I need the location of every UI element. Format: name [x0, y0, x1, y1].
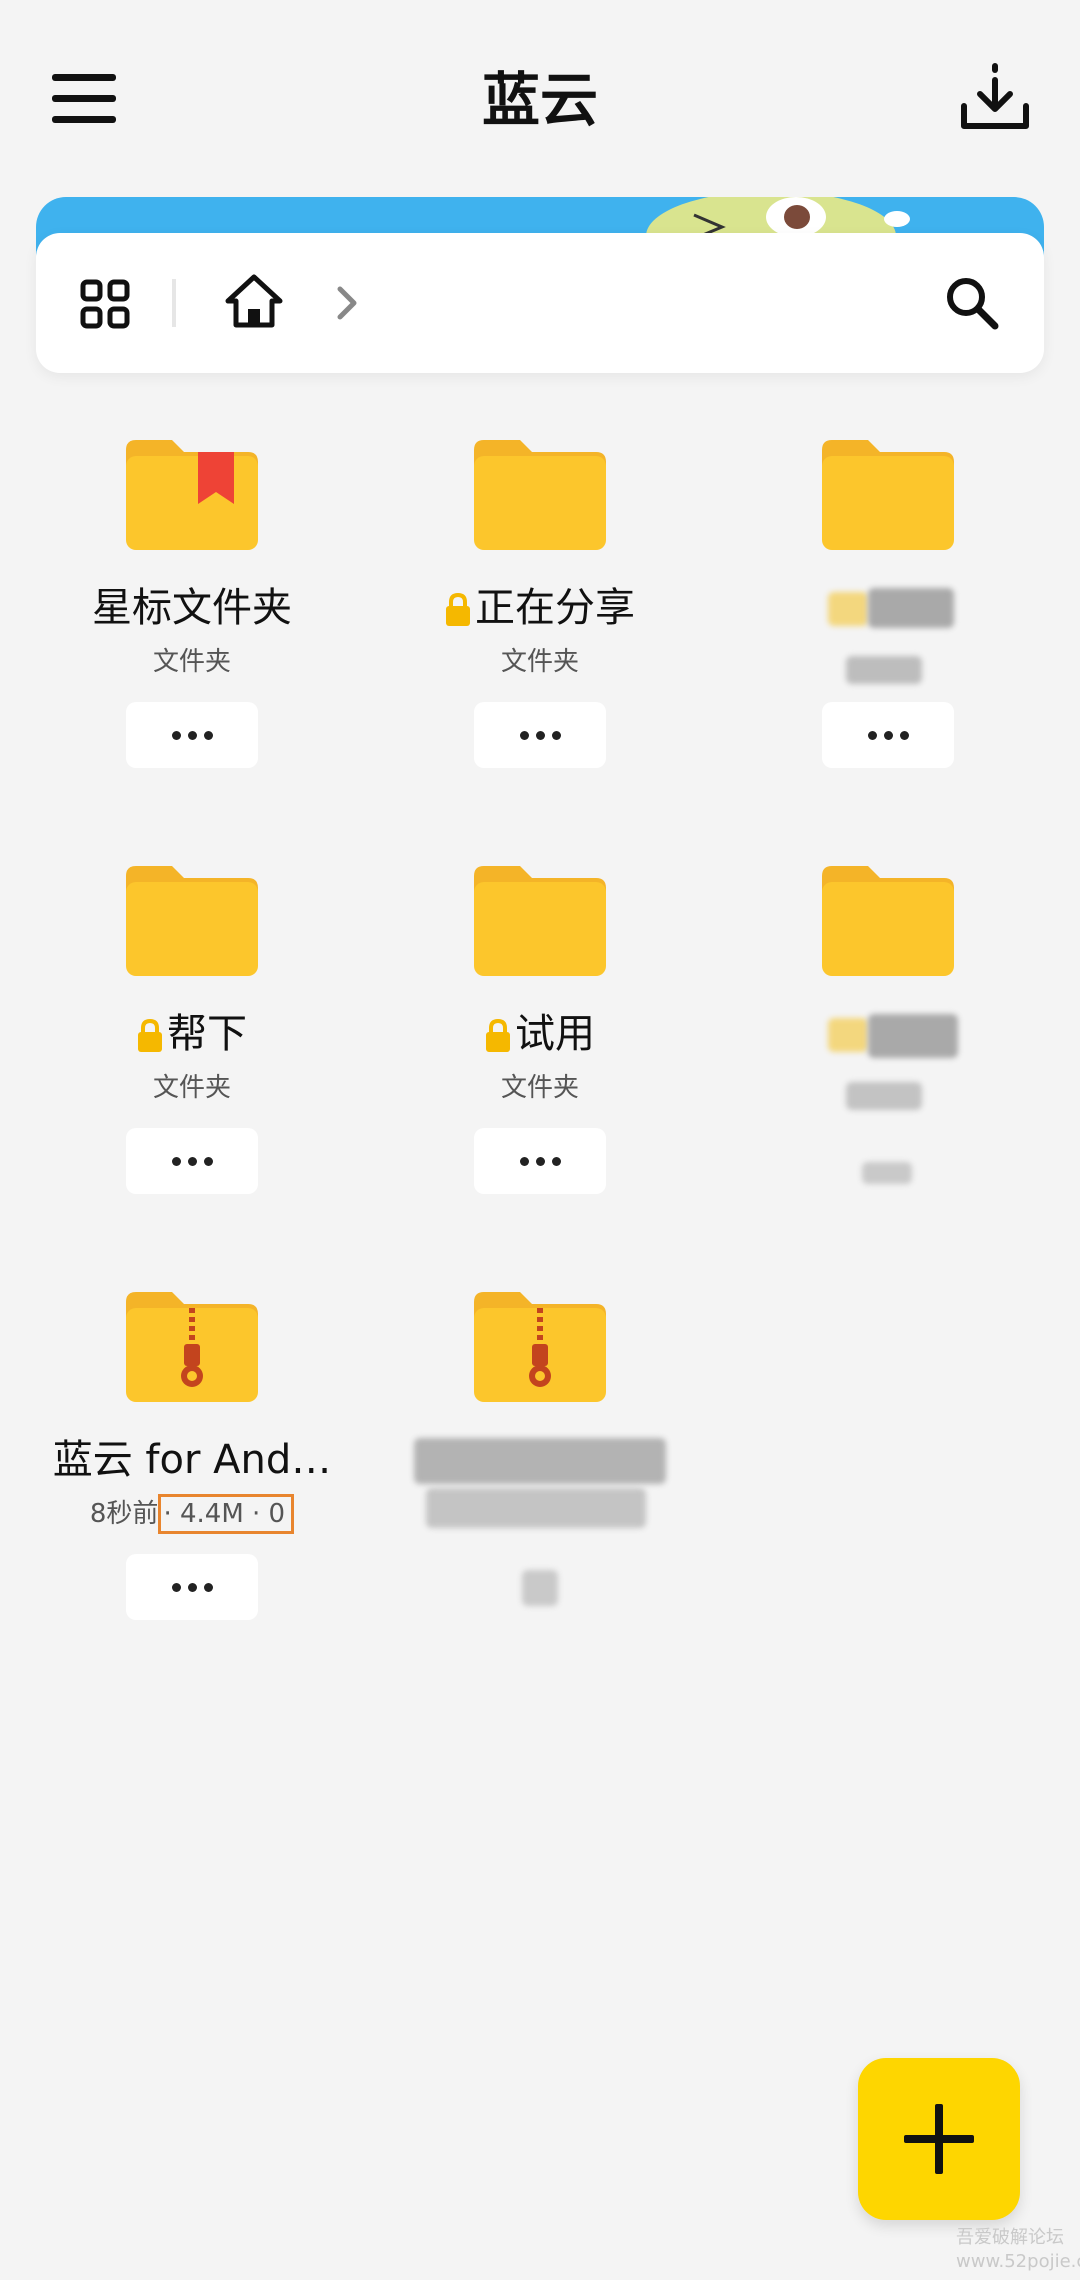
redacted-name — [414, 1438, 666, 1484]
search-icon[interactable] — [944, 275, 1000, 331]
grid-item-folder[interactable]: 正在分享 文件夹 — [390, 440, 690, 840]
home-icon[interactable] — [224, 271, 284, 331]
item-name: 帮下 — [167, 1011, 247, 1057]
more-horizontal-icon — [519, 1156, 561, 1166]
item-name: 正在分享 — [475, 585, 635, 631]
item-name: 蓝云 for And… — [52, 1437, 332, 1483]
redacted-meta — [846, 656, 922, 684]
item-time: 8秒前 — [89, 1499, 159, 1529]
redacted-more[interactable] — [862, 1162, 912, 1184]
item-name-row: 试用 — [390, 1006, 690, 1062]
item-name-row: 正在分享 — [390, 580, 690, 636]
folder-icon — [474, 866, 606, 976]
top-app-bar: 蓝云 — [0, 0, 1080, 200]
download-icon[interactable] — [960, 62, 1030, 132]
lock-icon — [446, 593, 470, 626]
chevron-right-icon — [332, 283, 362, 323]
more-horizontal-icon — [867, 730, 909, 740]
grid-item-starred-folder[interactable]: 星标文件夹 文件夹 — [42, 440, 342, 840]
redacted-name — [868, 1014, 958, 1058]
add-fab-button[interactable] — [858, 2058, 1020, 2220]
more-options-button[interactable] — [126, 702, 258, 768]
item-meta: 文件夹 — [500, 647, 579, 677]
path-toolbar — [36, 233, 1044, 373]
grid-view-icon[interactable] — [80, 279, 130, 329]
grid-item-archive[interactable]: 蓝云 for And… 8秒前 · 4.4M · 0 — [42, 1292, 342, 1692]
item-size-highlight: · 4.4M · 0 — [158, 1494, 295, 1534]
folder-bookmark-icon — [126, 440, 258, 550]
lock-icon — [138, 1019, 162, 1052]
toolbar-divider — [172, 279, 176, 327]
item-name: 试用 — [515, 1011, 595, 1057]
redacted-more[interactable] — [522, 1570, 558, 1606]
lock-icon — [486, 1019, 510, 1052]
grid-item-folder[interactable]: 帮下 文件夹 — [42, 866, 342, 1266]
more-horizontal-icon — [171, 1156, 213, 1166]
more-options-button[interactable] — [126, 1128, 258, 1194]
folder-icon — [474, 440, 606, 550]
grid-item-archive-redacted[interactable] — [390, 1292, 690, 1692]
grid-item-folder-redacted[interactable] — [738, 866, 1038, 1266]
more-horizontal-icon — [171, 1582, 213, 1592]
redacted-meta — [846, 1082, 922, 1110]
folder-icon — [126, 866, 258, 976]
grid-item-folder[interactable]: 试用 文件夹 — [390, 866, 690, 1266]
folder-icon — [822, 440, 954, 550]
more-options-button[interactable] — [126, 1554, 258, 1620]
item-meta: 文件夹 — [152, 647, 231, 677]
banner-decoration — [884, 211, 910, 227]
watermark: 吾爱破解论坛 www.52pojie.cn — [956, 2227, 1080, 2272]
grid-item-folder-redacted[interactable] — [738, 440, 1038, 840]
folder-icon — [822, 866, 954, 976]
item-meta: 文件夹 — [152, 1073, 231, 1103]
more-horizontal-icon — [519, 730, 561, 740]
item-name-row: 帮下 — [42, 1006, 342, 1062]
more-options-button[interactable] — [474, 702, 606, 768]
redacted-name — [868, 588, 954, 628]
more-horizontal-icon — [171, 730, 213, 740]
item-meta-row: 8秒前 · 4.4M · 0 — [42, 1494, 342, 1534]
redacted-lock — [828, 592, 868, 626]
app-title: 蓝云 — [481, 66, 598, 134]
more-options-button[interactable] — [474, 1128, 606, 1194]
archive-zip-icon — [474, 1292, 606, 1402]
item-meta: 文件夹 — [500, 1073, 579, 1103]
more-options-button[interactable] — [822, 702, 954, 768]
archive-zip-icon — [126, 1292, 258, 1402]
redacted-lock — [828, 1018, 868, 1052]
redacted-meta — [426, 1488, 646, 1528]
item-name: 星标文件夹 — [92, 585, 292, 631]
banner-mascot-eye — [766, 197, 826, 237]
